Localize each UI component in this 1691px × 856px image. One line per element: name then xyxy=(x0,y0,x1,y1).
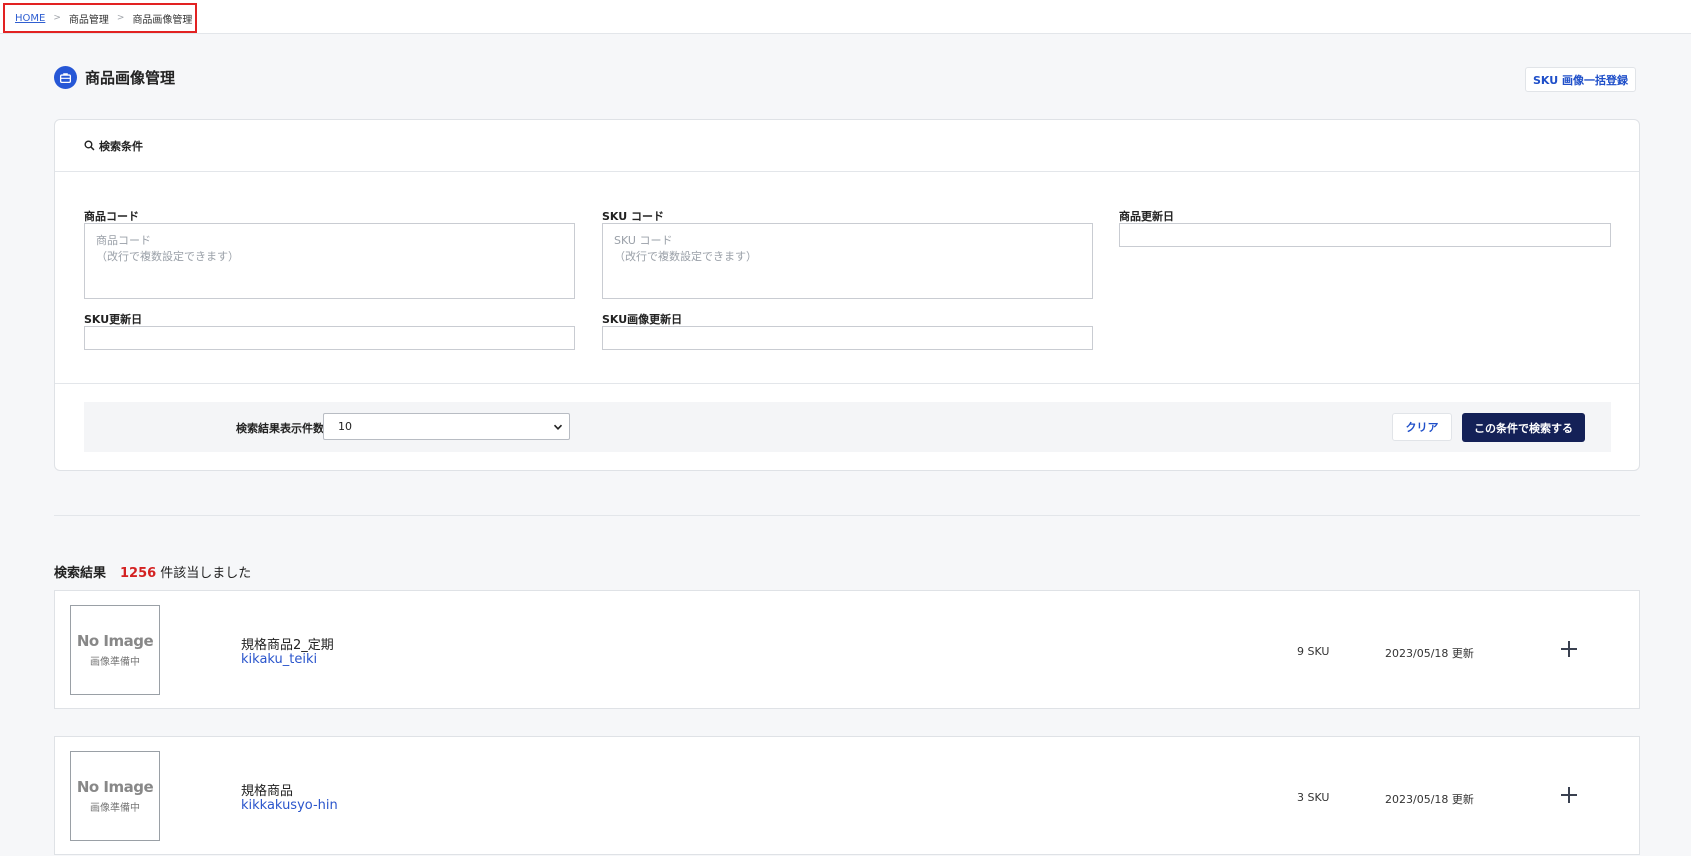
page-title: 商品画像管理 xyxy=(85,69,176,87)
sku-code-label: SKU コード xyxy=(602,210,665,223)
product-name: 規格商品 xyxy=(241,784,294,799)
result-item: No Image 画像準備中 規格商品2_定期 kikaku_teiki 9 S… xyxy=(54,590,1640,709)
sku-image-bulk-register-button[interactable]: SKU 画像一括登録 xyxy=(1525,67,1636,92)
results-count-suffix: 件該当しました xyxy=(160,566,252,581)
results-summary: 検索結果 1256 件該当しました xyxy=(54,562,251,581)
updated-date: 2023/05/18 更新 xyxy=(1385,793,1474,806)
breadcrumb-item-product-image-management: 商品画像管理 xyxy=(132,14,193,26)
results-count: 1256 xyxy=(120,566,157,581)
product-thumbnail: No Image 画像準備中 xyxy=(70,605,160,695)
breadcrumb-home-link[interactable]: HOME xyxy=(15,13,45,24)
no-image-subtitle: 画像準備中 xyxy=(90,657,140,668)
briefcase-icon xyxy=(54,66,77,89)
product-updated-label: 商品更新日 xyxy=(1119,210,1174,223)
sku-code-textarea[interactable]: SKU コード （改行で複数設定できます） xyxy=(602,223,1093,299)
search-submit-button[interactable]: この条件で検索する xyxy=(1462,413,1585,442)
result-item: No Image 画像準備中 規格商品 kikkakusyo-hin 3 SKU… xyxy=(54,736,1640,855)
search-icon xyxy=(84,140,95,151)
breadcrumb-separator: > xyxy=(116,13,125,23)
search-panel-header: 検索条件 xyxy=(55,120,1639,172)
expand-plus-icon[interactable] xyxy=(1559,639,1579,659)
no-image-subtitle: 画像準備中 xyxy=(90,803,140,814)
results-title: 検索結果 xyxy=(54,566,107,581)
product-code-placeholder: 商品コード （改行で複数設定できます） xyxy=(96,234,239,263)
sku-image-updated-input[interactable] xyxy=(602,326,1093,350)
product-code-textarea[interactable]: 商品コード （改行で複数設定できます） xyxy=(84,223,575,299)
no-image-title: No Image xyxy=(76,632,154,650)
no-image-title: No Image xyxy=(76,778,154,796)
chevron-down-icon xyxy=(553,424,563,430)
display-count-value: 10 xyxy=(338,420,352,433)
product-thumbnail: No Image 画像準備中 xyxy=(70,751,160,841)
top-bar: HOME > 商品管理 > 商品画像管理 xyxy=(0,0,1691,34)
search-panel-title: 検索条件 xyxy=(99,139,143,153)
search-footer-bar: 検索結果表示件数 10 クリア この条件で検索する xyxy=(84,402,1611,452)
product-code-link[interactable]: kikaku_teiki xyxy=(241,652,317,667)
sku-count: 9 SKU xyxy=(1297,645,1330,658)
divider xyxy=(55,383,1639,384)
product-updated-input[interactable] xyxy=(1119,223,1611,247)
product-code-link[interactable]: kikkakusyo-hin xyxy=(241,798,338,813)
sku-count: 3 SKU xyxy=(1297,791,1330,804)
sku-updated-input[interactable] xyxy=(84,326,575,350)
breadcrumb-separator: > xyxy=(53,13,61,23)
clear-button[interactable]: クリア xyxy=(1392,413,1452,441)
sku-image-updated-label: SKU画像更新日 xyxy=(602,313,683,326)
expand-plus-icon[interactable] xyxy=(1559,785,1579,805)
sku-code-placeholder: SKU コード （改行で複数設定できます） xyxy=(614,234,757,263)
updated-date: 2023/05/18 更新 xyxy=(1385,647,1474,660)
product-name: 規格商品2_定期 xyxy=(241,638,334,653)
breadcrumb-item-product-management: 商品管理 xyxy=(68,14,109,26)
breadcrumb: HOME > 商品管理 > 商品画像管理 xyxy=(3,3,197,33)
page-header: 商品画像管理 xyxy=(54,66,175,89)
sku-updated-label: SKU更新日 xyxy=(84,313,143,326)
divider xyxy=(54,515,1640,516)
product-code-label: 商品コード xyxy=(84,210,139,223)
display-count-select[interactable]: 10 xyxy=(323,413,570,440)
search-panel: 検索条件 商品コード 商品コード （改行で複数設定できます） SKU コード S… xyxy=(54,119,1640,471)
display-count-label: 検索結果表示件数 xyxy=(236,422,324,435)
